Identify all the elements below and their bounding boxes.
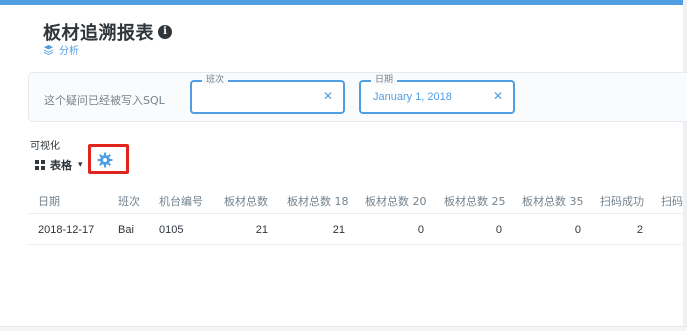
filter-label-shift: 班次 xyxy=(202,74,229,86)
close-icon[interactable]: ✕ xyxy=(493,89,503,103)
filter-label-date: 日期 xyxy=(371,74,398,86)
table-cell: 0 xyxy=(574,224,581,236)
visualization-type-label: 表格 xyxy=(50,159,72,172)
right-frame-edge xyxy=(683,0,687,331)
column-header[interactable]: 班次 xyxy=(118,193,140,209)
table-cell: 21 xyxy=(255,224,268,236)
table-header-row: 日期 班次 机台编号 板材总数 板材总数 18 板材总数 20 板材总数 25 … xyxy=(28,187,683,214)
table-cell: 0 xyxy=(417,224,424,236)
top-accent-strip xyxy=(0,0,687,5)
collection-link[interactable]: 分析 xyxy=(43,42,79,57)
column-header[interactable]: 机台编号 xyxy=(159,193,203,209)
info-icon[interactable]: i xyxy=(158,25,172,39)
column-header[interactable]: 板材总数 18 xyxy=(287,193,349,209)
column-header[interactable]: 板材总数 35 xyxy=(522,193,584,209)
column-header[interactable]: 板材总数 20 xyxy=(365,193,427,209)
table-row: 2018-12-17 Bai 0105 21 21 0 0 0 2 xyxy=(28,216,683,245)
visualization-section-label: 可视化 xyxy=(30,141,60,152)
visualization-type-picker[interactable]: 表格 ▾ xyxy=(35,157,83,173)
close-icon[interactable]: ✕ xyxy=(323,89,333,103)
table-cell: 2 xyxy=(636,224,643,236)
column-header[interactable]: 板材总数 xyxy=(224,193,268,209)
column-header[interactable]: 扫码 xyxy=(661,193,683,209)
chevron-down-icon: ▾ xyxy=(78,160,83,170)
gear-icon[interactable] xyxy=(97,152,113,168)
table-cell: 0 xyxy=(495,224,502,236)
column-header[interactable]: 板材总数 25 xyxy=(444,193,506,209)
table-cell: 2018-12-17 xyxy=(38,224,95,236)
table-cell: 0105 xyxy=(159,224,184,236)
filter-widget-date[interactable]: 日期 January 1, 2018 ✕ xyxy=(359,74,515,114)
table-cell: Bai xyxy=(118,224,134,236)
grid-icon xyxy=(35,160,45,170)
native-query-note: 这个疑问已经被写入SQL xyxy=(44,94,165,107)
collection-label: 分析 xyxy=(59,46,79,57)
filter-widget-shift[interactable]: 班次 ✕ xyxy=(190,74,345,114)
table-cell: 21 xyxy=(332,224,345,236)
column-header[interactable]: 日期 xyxy=(38,193,60,209)
column-header[interactable]: 扫码成功 xyxy=(600,193,644,209)
filter-value-date[interactable]: January 1, 2018 xyxy=(373,91,452,103)
collection-layers-icon xyxy=(43,44,54,55)
bottom-frame-edge xyxy=(0,326,687,331)
